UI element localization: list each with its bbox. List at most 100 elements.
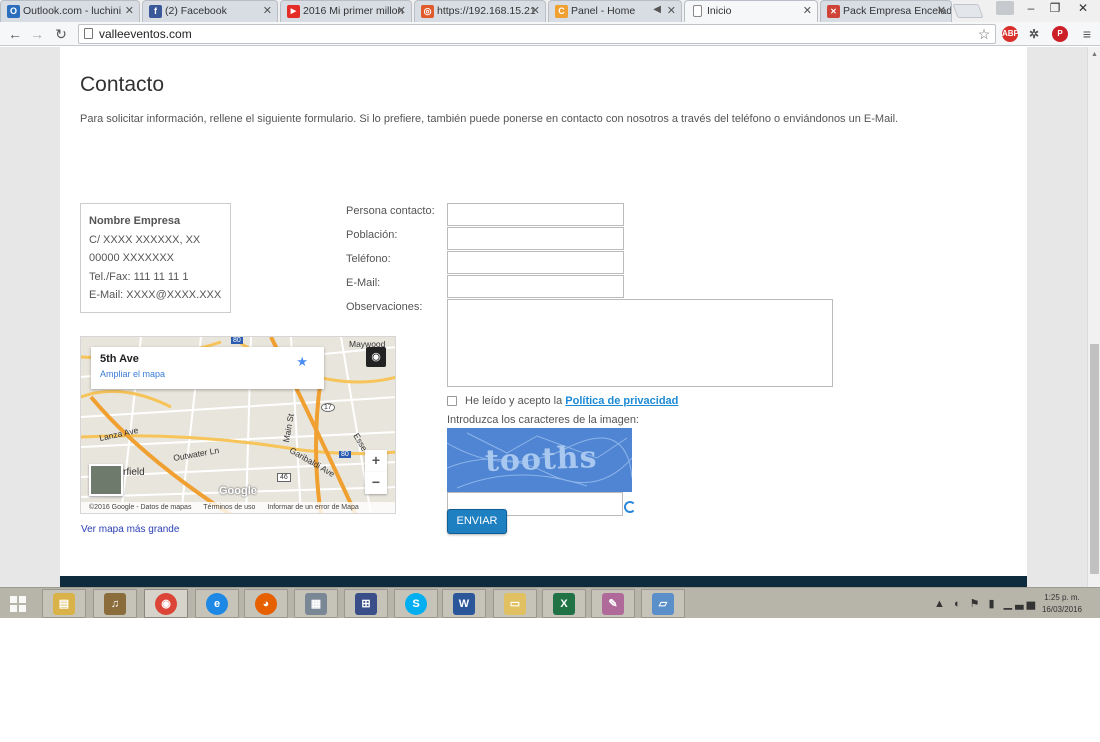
- company-phone: Tel./Fax: 111 11 11 1: [89, 270, 189, 283]
- taskbar-paint[interactable]: ✎: [591, 589, 635, 618]
- route-shield: 80: [339, 451, 351, 458]
- address-bar[interactable]: valleeventos.com: [78, 24, 996, 44]
- captcha-word: tooths: [484, 440, 599, 479]
- google-logo: Google: [219, 485, 257, 497]
- map-report-link[interactable]: Informar de un error de Mapa: [267, 504, 358, 511]
- satellite-thumbnail[interactable]: [89, 464, 123, 496]
- word-icon: W: [453, 593, 475, 615]
- start-icon[interactable]: [10, 596, 26, 612]
- send-button[interactable]: ENVIAR: [447, 509, 507, 534]
- taskbar-excel[interactable]: X: [542, 589, 586, 618]
- joomla-icon: ✕: [827, 5, 840, 18]
- menu-icon[interactable]: ≡: [1078, 25, 1096, 43]
- taskbar-skype[interactable]: S: [394, 589, 438, 618]
- refresh-icon[interactable]: [624, 501, 636, 513]
- close-icon[interactable]: ✕: [263, 4, 272, 17]
- speaker-icon[interactable]: ◀: [653, 4, 661, 15]
- contact-person-input[interactable]: [447, 203, 624, 226]
- email-input[interactable]: [447, 275, 624, 298]
- taskbar-clock[interactable]: 1:25 p. m. 16/03/2016: [1032, 592, 1092, 616]
- network-icon: ⊞: [355, 593, 377, 615]
- bigger-map-link[interactable]: Ver mapa más grande: [81, 524, 179, 535]
- tab-facebook[interactable]: f (2) Facebook ✕: [142, 0, 278, 22]
- taskbar-chrome[interactable]: ◉: [144, 589, 188, 618]
- empty-area: [0, 618, 1100, 742]
- screen: O Outlook.com - luchini ✕ f (2) Facebook…: [0, 0, 1100, 742]
- taskbar-network[interactable]: ⊞: [344, 589, 388, 618]
- close-icon[interactable]: ✕: [531, 4, 540, 17]
- firefox-icon: ◕: [255, 593, 277, 615]
- bookmark-star-icon[interactable]: ☆: [975, 25, 993, 43]
- tab-label: Pack Empresa Encelad: [843, 5, 952, 17]
- tab-inicio[interactable]: Inicio ✕: [684, 0, 818, 22]
- route-shield: 80: [231, 337, 243, 344]
- taskbar-calculator[interactable]: ▦: [294, 589, 338, 618]
- tab-label: Inicio: [707, 5, 732, 17]
- google-map[interactable]: 5th Ave Ampliar el mapa ★ ◉ Maywood Lanz…: [80, 336, 396, 514]
- enlarge-map-link[interactable]: Ampliar el mapa: [100, 369, 315, 379]
- page-viewport: Contacto Para solicitar información, rel…: [0, 47, 1087, 587]
- close-icon[interactable]: ✕: [667, 4, 676, 17]
- new-tab-button[interactable]: [952, 4, 984, 18]
- captcha-label: Introduzca los caracteres de la imagen:: [447, 414, 639, 426]
- city-input[interactable]: [447, 227, 624, 250]
- browser-toolbar: ← → ↻ valleeventos.com ☆ ABP ✲ P ≡: [0, 22, 1100, 46]
- forward-arrow-icon[interactable]: →: [28, 25, 46, 43]
- taskbar-folder[interactable]: ▭: [493, 589, 537, 618]
- tab-youtube[interactable]: ▶ 2016 Mi primer millon ✕: [280, 0, 412, 22]
- window-close-button[interactable]: ✕: [1070, 0, 1096, 18]
- chrome-icon: ◉: [155, 593, 177, 615]
- system-tray-icons[interactable]: ▲ ◐ ⚑ ▮ ▁▃▅: [934, 597, 1038, 610]
- reload-icon[interactable]: ↻: [52, 25, 70, 43]
- taskbar-notes[interactable]: ▱: [641, 589, 685, 618]
- close-icon[interactable]: ✕: [937, 4, 946, 17]
- taskbar-itunes[interactable]: ♫: [93, 589, 137, 618]
- phone-label: Teléfono:: [346, 253, 391, 265]
- page-icon: [693, 5, 702, 17]
- browser-tab-strip: O Outlook.com - luchini ✕ f (2) Facebook…: [0, 0, 1100, 22]
- close-icon[interactable]: ✕: [397, 4, 406, 17]
- taskbar-file-explorer[interactable]: ▤: [42, 589, 86, 618]
- scrollbar-thumb[interactable]: [1090, 344, 1099, 574]
- folder-icon: ▭: [504, 593, 526, 615]
- close-icon[interactable]: ✕: [125, 4, 134, 17]
- privacy-policy-link[interactable]: Política de privacidad: [565, 395, 678, 407]
- taskbar-firefox[interactable]: ◕: [244, 589, 288, 618]
- tab-label: 2016 Mi primer millon: [303, 5, 404, 17]
- facebook-icon: f: [149, 5, 162, 18]
- user-profile-icon[interactable]: [996, 1, 1014, 15]
- zoom-out-button[interactable]: −: [365, 472, 387, 494]
- captcha-image: tooths: [447, 428, 632, 492]
- itunes-icon: ♫: [104, 593, 126, 615]
- maximize-button[interactable]: ❐: [1042, 0, 1068, 18]
- taskbar-internet-explorer[interactable]: e: [195, 589, 239, 618]
- taskbar-word[interactable]: W: [442, 589, 486, 618]
- privacy-checkbox[interactable]: [447, 396, 457, 406]
- map-attribution: ©2016 Google - Datos de mapas Términos d…: [81, 502, 395, 513]
- scroll-up-icon[interactable]: ▲: [1090, 51, 1099, 58]
- page-scrollbar[interactable]: ▲: [1087, 47, 1100, 587]
- tab-pack-empresa[interactable]: ✕ Pack Empresa Encelad ✕: [820, 0, 952, 22]
- map-logo-icon[interactable]: ◉: [366, 347, 386, 367]
- notes-textarea[interactable]: [447, 299, 833, 387]
- calculator-icon: ▦: [305, 593, 327, 615]
- tab-router[interactable]: ◎ https://192.168.15.21 ✕: [414, 0, 546, 22]
- minimize-button[interactable]: –: [1018, 0, 1044, 18]
- skype-icon: S: [405, 593, 427, 615]
- pinterest-icon[interactable]: P: [1052, 26, 1068, 42]
- star-icon[interactable]: ★: [296, 354, 308, 370]
- tab-panel[interactable]: C Panel - Home ◀ ✕: [548, 0, 682, 22]
- tab-outlook[interactable]: O Outlook.com - luchini ✕: [0, 0, 140, 22]
- zoom-in-button[interactable]: +: [365, 450, 387, 472]
- company-info-box: Nombre Empresa C/ XXXX XXXXXX, XX 00000 …: [80, 203, 231, 313]
- adblock-plus-icon[interactable]: ABP: [1002, 26, 1019, 42]
- gear-icon[interactable]: ✲: [1026, 26, 1042, 42]
- company-email: E-Mail: XXXX@XXXX.XXX: [89, 289, 222, 301]
- map-terms-link[interactable]: Términos de uso: [203, 504, 255, 511]
- page-title: Contacto: [80, 73, 165, 96]
- clock-time: 1:25 p. m.: [1044, 593, 1080, 602]
- phone-input[interactable]: [447, 251, 624, 274]
- tab-label: https://192.168.15.21: [437, 5, 536, 17]
- back-arrow-icon[interactable]: ←: [6, 25, 24, 43]
- close-icon[interactable]: ✕: [803, 4, 812, 17]
